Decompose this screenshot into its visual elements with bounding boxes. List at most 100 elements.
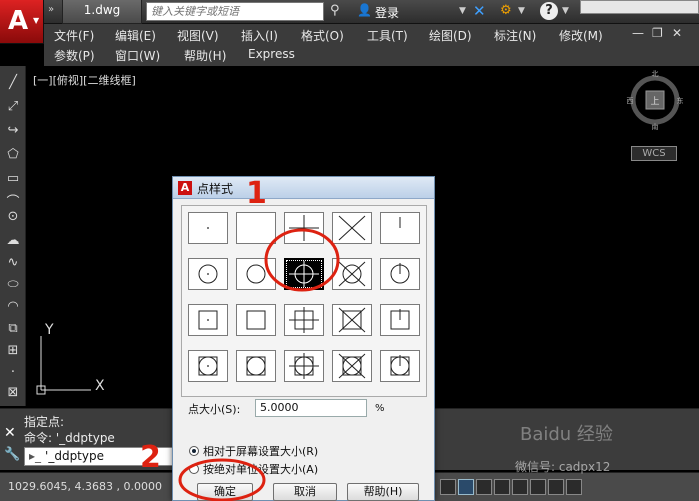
wrench-icon[interactable]: 🔧	[4, 447, 20, 462]
hatch-icon[interactable]: ⊠	[4, 384, 22, 402]
object-snap-icon[interactable]	[512, 479, 528, 495]
ellipse-icon[interactable]: ⬭	[4, 276, 22, 294]
radio-relative-label: 相对于屏幕设置大小(R)	[203, 445, 319, 458]
compass-west-label: 西	[627, 97, 634, 105]
exchange-x-icon[interactable]: ✕	[473, 2, 486, 20]
menu-express[interactable]: Express	[248, 47, 295, 61]
menu-parameter[interactable]: 参数(P)	[54, 47, 95, 64]
make-block-icon[interactable]: ⊞	[4, 342, 22, 360]
close-icon[interactable]: ✕	[672, 26, 682, 40]
menu-modify[interactable]: 修改(M)	[559, 27, 603, 44]
point-style-tick-circle-square-option[interactable]	[380, 350, 420, 382]
circle-icon[interactable]: ⊙	[4, 208, 22, 226]
command-history-line: 指定点:	[24, 415, 65, 429]
restore-icon[interactable]: ❐	[652, 26, 663, 40]
point-style-dot-option[interactable]	[188, 212, 228, 244]
point-style-dot-circle-square-option[interactable]	[188, 350, 228, 382]
watermark-subtitle: 微信号: cadpx12	[515, 460, 611, 474]
radio-button[interactable]	[189, 464, 199, 474]
object-snap-tracking-icon[interactable]	[530, 479, 546, 495]
cancel-button[interactable]: 取消	[273, 483, 337, 501]
point-style-none-circle-square-option[interactable]	[236, 350, 276, 382]
line-icon[interactable]: ╱	[4, 74, 22, 92]
radio-relative-size[interactable]: 相对于屏幕设置大小(R)	[189, 443, 318, 459]
spline-icon[interactable]: ∿	[4, 254, 22, 272]
chevron-down-icon[interactable]: ▼	[562, 6, 569, 16]
point-style-x-circle-square-option[interactable]	[332, 350, 372, 382]
polyline-icon[interactable]: ↪	[4, 122, 22, 140]
point-style-dialog: A 点样式 点大小(S): 5.0000 % 相对于屏幕设置大小(R) 按绝对单…	[172, 176, 435, 501]
ellipse-arc-icon[interactable]: ◠	[4, 298, 22, 316]
menu-draw[interactable]: 绘图(D)	[429, 27, 472, 44]
point-style-x-circle-option[interactable]	[332, 258, 372, 290]
point-style-plus-square-option[interactable]	[284, 304, 324, 336]
menu-window[interactable]: 窗口(W)	[115, 47, 160, 64]
menu-view[interactable]: 视图(V)	[177, 27, 219, 44]
menu-insert[interactable]: 插入(I)	[241, 27, 278, 44]
point-style-tick-square-option[interactable]	[380, 304, 420, 336]
point-style-plus-option[interactable]	[284, 212, 324, 244]
point-style-plus-circle-option[interactable]	[284, 258, 324, 290]
point-size-label: 点大小(S):	[188, 403, 241, 416]
point-style-tick-option[interactable]	[380, 212, 420, 244]
chevron-down-icon: ▼	[33, 16, 40, 25]
point-icon[interactable]: ·	[4, 364, 22, 382]
menu-tools[interactable]: 工具(T)	[367, 27, 408, 44]
point-style-none-option[interactable]	[236, 212, 276, 244]
quick-access-expand-icon[interactable]: »	[48, 4, 54, 15]
chevron-down-icon[interactable]: ▼	[459, 6, 466, 16]
help-icon[interactable]: ?	[540, 2, 558, 20]
menu-bar: 文件(F) 编辑(E) 视图(V) 插入(I) 格式(O) 工具(T) 绘图(D…	[44, 24, 699, 66]
lineweight-icon[interactable]	[566, 479, 582, 495]
rectangle-icon[interactable]: ▭	[4, 170, 22, 188]
point-style-dot-circle-option[interactable]	[188, 258, 228, 290]
wcs-menu[interactable]: WCS	[631, 146, 677, 161]
point-style-none-circle-option[interactable]	[236, 258, 276, 290]
point-size-input[interactable]: 5.0000	[255, 399, 367, 417]
help-button[interactable]: 帮助(H)	[347, 483, 419, 501]
close-icon[interactable]: ✕	[4, 425, 16, 441]
point-style-plus-circle-square-option[interactable]	[284, 350, 324, 382]
chevron-down-icon[interactable]: ▼	[518, 6, 525, 16]
dialog-title-bar[interactable]: A 点样式	[173, 177, 434, 199]
watermark: Baidu 经验	[520, 424, 613, 445]
user-icon: 👤	[357, 3, 372, 17]
minimize-icon[interactable]: —	[632, 26, 644, 40]
ortho-mode-icon[interactable]	[476, 479, 492, 495]
insert-block-icon[interactable]: ⧉	[4, 320, 22, 338]
menu-edit[interactable]: 编辑(E)	[115, 27, 156, 44]
point-style-x-option[interactable]	[332, 212, 372, 244]
revision-cloud-icon[interactable]: ☁	[4, 232, 22, 250]
point-style-dot-square-option[interactable]	[188, 304, 228, 336]
application-menu-button[interactable]: A ▼	[0, 0, 44, 44]
point-style-none-square-option[interactable]	[236, 304, 276, 336]
radio-absolute-size[interactable]: 按绝对单位设置大小(A)	[189, 461, 318, 477]
snap-mode-icon[interactable]	[440, 479, 456, 495]
point-style-x-square-option[interactable]	[332, 304, 372, 336]
radio-button-checked[interactable]	[189, 446, 199, 456]
command-prompt-icon: ▸_	[29, 449, 42, 463]
viewcube[interactable]: 上 北 南 西 东	[625, 70, 685, 142]
dynamic-input-icon[interactable]	[548, 479, 564, 495]
menu-dimension[interactable]: 标注(N)	[494, 27, 536, 44]
ok-button[interactable]: 确定	[197, 483, 253, 501]
binoculars-search-icon[interactable]: ⚲	[330, 3, 340, 18]
document-tab[interactable]: 1.dwg	[62, 0, 142, 24]
autocad-logo-icon: A	[178, 181, 192, 195]
compass-east-label: 东	[677, 96, 684, 105]
search-input[interactable]	[146, 2, 324, 21]
menu-format[interactable]: 格式(O)	[301, 27, 344, 44]
polygon-icon[interactable]: ⬠	[4, 146, 22, 164]
polar-tracking-icon[interactable]	[494, 479, 510, 495]
grid-display-icon[interactable]	[458, 479, 474, 495]
command-history-line: 命令: '_ddptype	[24, 431, 115, 445]
menu-help[interactable]: 帮助(H)	[184, 47, 226, 64]
construction-line-icon[interactable]: ⤢	[4, 98, 22, 116]
point-style-tick-circle-option[interactable]	[380, 258, 420, 290]
window-controls[interactable]	[580, 0, 699, 14]
menu-file[interactable]: 文件(F)	[54, 27, 94, 44]
viewport-controls-label[interactable]: [一][俯视][二维线框]	[33, 72, 136, 88]
point-size-unit: %	[375, 403, 385, 414]
network-icon[interactable]: ⚙	[500, 3, 512, 18]
login-link[interactable]: 登录	[375, 4, 399, 21]
